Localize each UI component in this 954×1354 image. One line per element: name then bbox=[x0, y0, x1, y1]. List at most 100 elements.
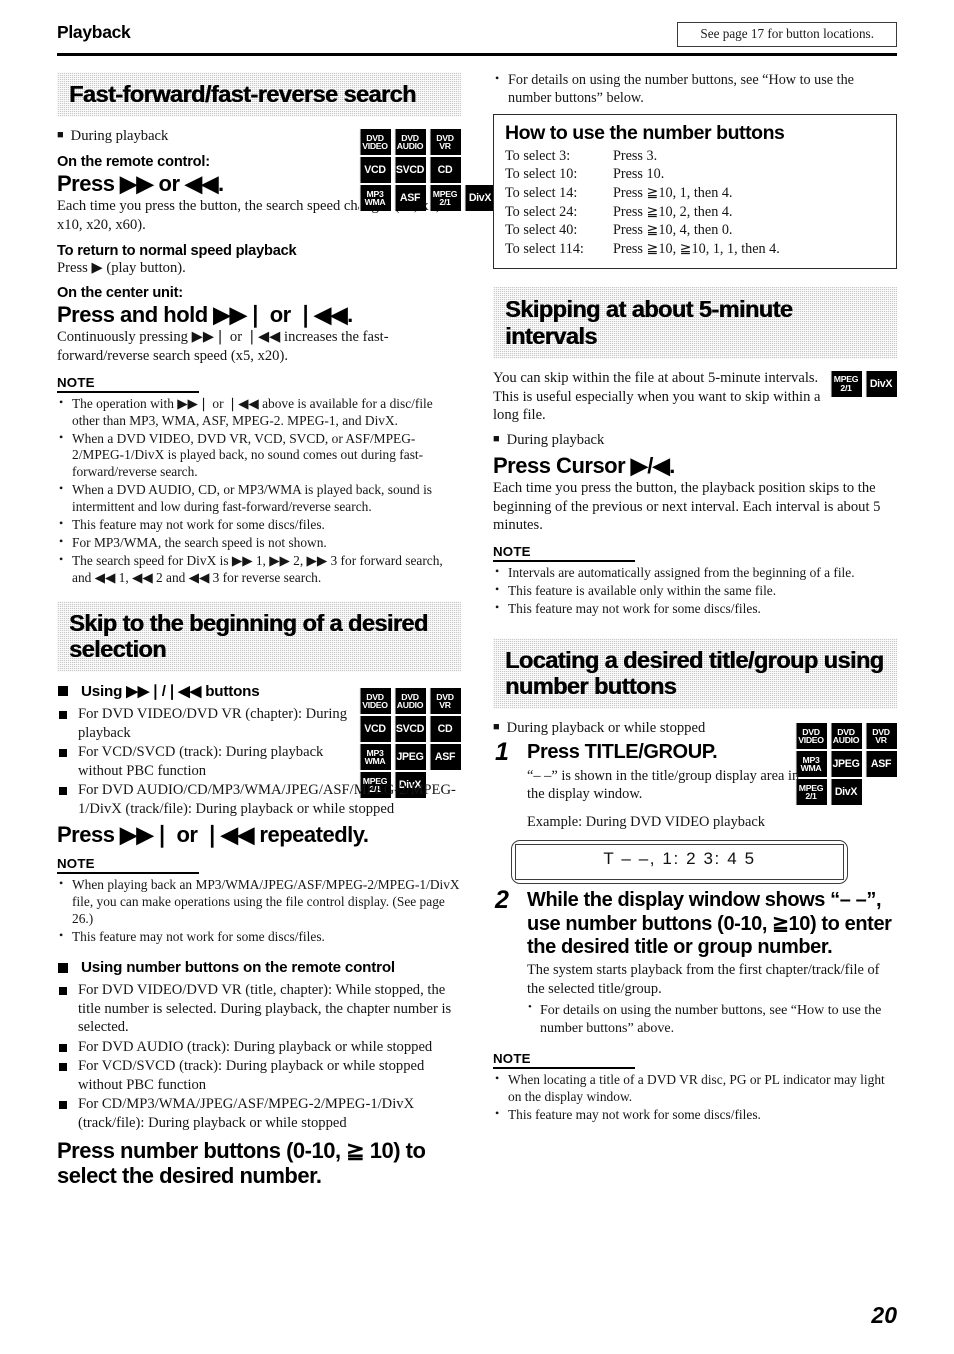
howto-select-cell: To select 10: bbox=[505, 166, 578, 183]
table-row: To select 3: Press 3. bbox=[505, 148, 780, 167]
media-badge: DVD VR bbox=[429, 129, 461, 156]
condition-line: ■ During playback bbox=[493, 432, 605, 449]
section-header-locating-title-group: Locating a desired title/group using num… bbox=[493, 638, 897, 710]
step-number: 1 bbox=[495, 738, 509, 767]
lead-center-unit: On the center unit: bbox=[57, 285, 183, 302]
chapter-title: Playback bbox=[57, 22, 131, 42]
media-badge: ASF bbox=[429, 744, 461, 771]
media-badge: CD bbox=[429, 716, 461, 743]
note-item: When a DVD VIDEO, DVD VR, VCD, SVCD, or … bbox=[57, 430, 461, 482]
note-label: NOTE bbox=[493, 544, 635, 563]
step-body: The system starts playback from the firs… bbox=[527, 962, 880, 997]
table-row: To select 14: Press ≧10, 1, then 4. bbox=[505, 185, 780, 204]
media-badge: MPEG 2/1 bbox=[830, 371, 862, 398]
instruction-press-skip-repeatedly: Press ▶▶❘ or ❘◀◀ repeatedly. bbox=[57, 822, 369, 848]
list-item: For VCD/SVCD (track): During playback wi… bbox=[57, 743, 367, 780]
section-title: Locating a desired title/group using num… bbox=[505, 646, 884, 700]
howto-select-cell: To select 24: bbox=[505, 203, 578, 220]
skip-beginning-content: DVD VIDEO DVD AUDIO DVD VR VCD SVCD CD MP3 W… bbox=[57, 682, 461, 1188]
note-item: When locating a title of a DVD VR disc, … bbox=[493, 1071, 897, 1106]
media-badge-group-1: DVD VIDEO DVD AUDIO DVD VR VCD SVCD CD MP3 W… bbox=[359, 129, 496, 212]
body-continuous-press: Continuously pressing ▶▶❘ or ❘◀◀ increas… bbox=[57, 329, 389, 365]
media-badge: SVCD bbox=[394, 716, 426, 743]
howto-press-cell: Press 3. bbox=[613, 147, 658, 164]
note-item: Intervals are automatically assigned fro… bbox=[493, 564, 897, 582]
table-row: To select 114: Press ≧10, ≧10, 1, 1, the… bbox=[505, 241, 780, 260]
howto-box-title: How to use the number buttons bbox=[505, 121, 785, 144]
note-block-3: NOTE Intervals are automatically assigne… bbox=[493, 544, 897, 618]
step-title: Press TITLE/GROUP. bbox=[527, 741, 718, 764]
lead-return-normal-speed: To return to normal speed playback bbox=[57, 242, 297, 259]
square-bullet-icon: ■ bbox=[493, 721, 500, 734]
display-window-graphic: T – –, 1: 2 3: 4 5 bbox=[511, 840, 848, 885]
body-cursor-skip: Each time you press the button, the play… bbox=[493, 480, 881, 534]
howto-press-cell: Press ≧10, ≧10, 1, 1, then 4. bbox=[613, 240, 780, 257]
section-header-fast-forward: Fast-forward/fast-reverse search bbox=[57, 72, 461, 117]
howto-press-cell: Press ≧10, 4, then 0. bbox=[613, 222, 733, 239]
media-badge: SVCD bbox=[394, 157, 426, 184]
step-body: “– –” is shown in the title/group displa… bbox=[527, 767, 800, 803]
howto-select-cell: To select 14: bbox=[505, 185, 578, 201]
step-title: While the display window shows “– –”, us… bbox=[527, 889, 892, 958]
locating-title-group-content: DVD VIDEO DVD AUDIO DVD VR MP3 WMA JPEG ASF … bbox=[493, 719, 897, 1123]
table-row: To select 24: Press ≧10, 2, then 4. bbox=[505, 204, 780, 223]
media-badge: DVD VIDEO bbox=[359, 129, 391, 156]
note-block-2: NOTE When playing back an MP3/WMA/JPEG/A… bbox=[57, 856, 461, 946]
header-rule bbox=[57, 53, 897, 56]
note-item: For MP3/WMA, the search speed is not sho… bbox=[57, 534, 461, 552]
skip-conditions-list-1: For DVD VIDEO/DVD VR (chapter): During p… bbox=[57, 705, 456, 818]
media-badge: DivX bbox=[464, 185, 496, 212]
list-item: For DVD VIDEO/DVD VR (title, chapter): W… bbox=[57, 981, 461, 1037]
step-2: 2 While the display window shows “– –”, … bbox=[493, 886, 897, 1037]
how-to-number-buttons-box: How to use the number buttons To select … bbox=[493, 113, 897, 270]
note-label: NOTE bbox=[57, 375, 199, 393]
step-1: 1 Press TITLE/GROUP. “– –” is shown in t… bbox=[493, 738, 897, 831]
instruction-press-number-buttons: Press number buttons (0-10, ≧ 10) to sel… bbox=[57, 1138, 426, 1189]
note-item: This feature may not work for some discs… bbox=[57, 516, 461, 534]
note-block-1: NOTE The operation with ▶▶❘ or ❘◀◀ above… bbox=[57, 375, 461, 587]
note-item: When playing back an MP3/WMA/JPEG/ASF/MP… bbox=[57, 876, 461, 928]
top-reference-note: For details on using the number buttons,… bbox=[493, 71, 897, 108]
note-block-4: NOTE When locating a title of a DVD VR d… bbox=[493, 1051, 897, 1124]
section-title: Fast-forward/fast-reverse search bbox=[69, 81, 416, 107]
step-number: 2 bbox=[495, 886, 509, 915]
display-window-inner: T – –, 1: 2 3: 4 5 bbox=[515, 844, 844, 881]
display-window-text: T – –, 1: 2 3: 4 5 bbox=[603, 848, 756, 868]
list-item: For DVD VIDEO/DVD VR (chapter): During p… bbox=[57, 705, 367, 742]
left-column: Fast-forward/fast-reverse search DVD VIDE… bbox=[57, 72, 496, 1189]
step-sub-bullet: For details on using the number buttons,… bbox=[527, 1001, 897, 1037]
media-badge-group-3: MPEG 2/1 DivX bbox=[830, 371, 897, 398]
square-bullet-icon: ■ bbox=[493, 433, 500, 446]
list-item: For DVD AUDIO/CD/MP3/WMA/JPEG/ASF/MPEG-2… bbox=[57, 781, 482, 818]
note-label: NOTE bbox=[57, 856, 199, 875]
right-column: For details on using the number buttons,… bbox=[493, 71, 897, 1128]
example-label: Example: During DVD VIDEO playback bbox=[527, 813, 765, 830]
howto-select-cell: To select 3: bbox=[505, 147, 571, 164]
howto-press-cell: Press ≧10, 2, then 4. bbox=[613, 203, 733, 220]
note-item: The search speed for DivX is ▶▶ 1, ▶▶ 2,… bbox=[57, 552, 461, 587]
media-badge: JPEG bbox=[394, 744, 426, 771]
square-bullet-icon: ■ bbox=[57, 129, 64, 142]
page-number: 20 bbox=[871, 1302, 897, 1328]
howto-table: To select 3: Press 3. To select 10: Pres… bbox=[505, 148, 780, 260]
note-label: NOTE bbox=[493, 1051, 635, 1070]
howto-select-cell: To select 114: bbox=[505, 240, 584, 257]
media-badge: CD bbox=[429, 157, 461, 184]
section-header-skipping-intervals: Skipping at about 5-minute intervals bbox=[493, 287, 897, 359]
section-header-skip-beginning: Skip to the beginning of a desired selec… bbox=[57, 601, 461, 673]
subhead-using-number-buttons: Using number buttons on the remote contr… bbox=[57, 959, 461, 976]
media-badge: DVD AUDIO bbox=[394, 129, 426, 156]
list-item: For CD/MP3/WMA/JPEG/ASF/MPEG-2/MPEG-1/Di… bbox=[57, 1095, 461, 1132]
body-skip-intervals: You can skip within the file at about 5-… bbox=[493, 370, 821, 424]
instruction-press-cursor: Press Cursor ▶/◀. bbox=[493, 453, 675, 479]
media-badge: ASF bbox=[394, 185, 426, 212]
see-page-callout: See page 17 for button locations. bbox=[677, 22, 897, 47]
number-button-conditions-list: For DVD VIDEO/DVD VR (title, chapter): W… bbox=[57, 981, 461, 1132]
instruction-press-and-hold: Press and hold ▶▶❘ or ❘◀◀. bbox=[57, 302, 353, 328]
media-badge: VCD bbox=[359, 157, 391, 184]
howto-press-cell: Press 10. bbox=[613, 166, 665, 183]
section-title: Skip to the beginning of a desired selec… bbox=[69, 609, 428, 662]
media-badge: MPEG 2/1 bbox=[429, 185, 461, 212]
note-item: This feature is available only within th… bbox=[493, 582, 897, 600]
note-item: For details on using the number buttons,… bbox=[493, 71, 897, 108]
